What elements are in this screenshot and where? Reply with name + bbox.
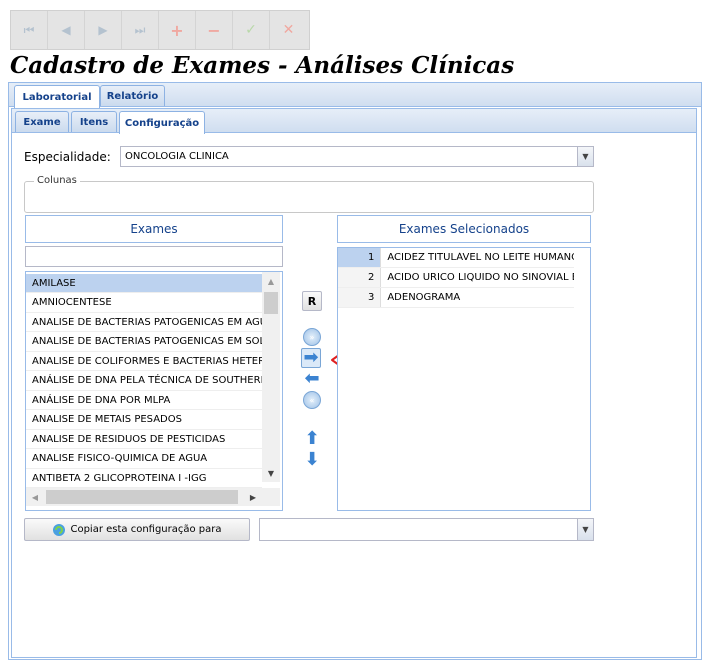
tab-relatorio[interactable]: Relatório (100, 85, 165, 106)
scroll-down-icon[interactable]: ▼ (262, 464, 280, 482)
copy-config-button[interactable]: Copiar esta configuração para (24, 518, 250, 541)
chevron-down-icon[interactable]: ▼ (577, 519, 593, 540)
especialidade-value: ONCOLOGIA CLINICA (125, 151, 229, 162)
exam-list-item[interactable]: ANALISE DE BACTERIAS PATOGENICAS EM SOLO (26, 333, 262, 352)
add-button[interactable]: + (159, 11, 196, 49)
move-up-button[interactable]: ⬆ (302, 429, 322, 449)
double-right-icon: » (303, 328, 321, 346)
last-record-button[interactable]: ⏭ (122, 11, 159, 49)
chevron-down-icon[interactable]: ▼ (577, 147, 593, 166)
refresh-icon (53, 523, 66, 536)
arrow-up-icon: ⬆ (304, 428, 320, 449)
confirm-button[interactable]: ✓ (233, 11, 270, 49)
row-number: 2 (338, 268, 382, 287)
remove-icon: − (207, 20, 221, 40)
selecionados-list: 1 ACIDEZ TITULÁVEL NO LEITE HUMANO 2 ACIDO … (337, 247, 591, 511)
last-icon: ⏭ (134, 22, 146, 37)
exam-list-item[interactable]: AMILASE (26, 274, 262, 293)
tab-itens[interactable]: Itens (71, 111, 117, 132)
cancel-icon: ✕ (282, 22, 295, 38)
cancel-button[interactable]: ✕ (270, 11, 307, 49)
add-icon: + (170, 20, 184, 40)
exames-header: Exames (25, 215, 283, 243)
row-number: 3 (338, 288, 382, 307)
move-left-button[interactable]: ⬅ (302, 369, 322, 389)
selecionados-header: Exames Selecionados (337, 215, 591, 243)
exam-list-item[interactable]: ANTIBETA 2 GLICOPROTEINA I -IGG (26, 469, 262, 488)
selected-exam-row[interactable]: 3 ADENOGRAMA (338, 288, 574, 308)
scroll-thumb-h[interactable] (46, 490, 238, 504)
sub-tab-bar: Exame Itens Configuração (12, 109, 696, 134)
scroll-right-icon[interactable]: ▶ (244, 488, 262, 506)
top-tab-bar: Laboratorial Relatório (9, 83, 701, 108)
toolbar: ⏮ ◀ ▶ ⏭ + − ✓ ✕ (10, 10, 310, 50)
exames-horizontal-scrollbar[interactable]: ◀ ▶ (26, 488, 280, 506)
scroll-up-icon[interactable]: ▲ (262, 272, 280, 290)
page-title: Cadastro de Exames - Análises Clínicas (10, 52, 515, 79)
exam-list-item[interactable]: ANALISE DE RESIDUOS DE PESTICIDAS (26, 430, 262, 449)
colunas-fieldset (24, 181, 594, 213)
prev-icon: ◀ (61, 23, 71, 37)
exames-vertical-scrollbar[interactable]: ▲ ▼ (262, 272, 280, 482)
exam-list-item[interactable]: ANALISE DE METAIS PESADOS (26, 411, 262, 430)
previous-record-button[interactable]: ◀ (48, 11, 85, 49)
arrow-right-icon: ➡ (303, 347, 319, 368)
move-down-button[interactable]: ⬇ (302, 450, 322, 470)
copy-config-label: Copiar esta configuração para (70, 524, 222, 535)
selected-exam-name: ADENOGRAMA (387, 292, 461, 303)
row-number: 1 (338, 248, 382, 267)
especialidade-select[interactable]: ONCOLOGIA CLINICA ▼ (120, 146, 594, 167)
double-left-icon: « (303, 391, 321, 409)
exames-filter-input[interactable] (25, 246, 283, 267)
exam-list-item[interactable]: ANALISE FISICO-QUIMICA DE AGUA (26, 450, 262, 469)
exam-list-item[interactable]: AMNIOCENTESE (26, 294, 262, 313)
confirm-icon: ✓ (245, 22, 257, 38)
exames-list: AMILASE AMNIOCENTESE ANALISE DE BACTERIAS … (25, 271, 283, 511)
arrow-left-icon: ⬅ (304, 368, 320, 389)
remove-button[interactable]: − (196, 11, 233, 49)
selected-exam-name: ACIDEZ TITULÁVEL NO LEITE HUMANO (387, 252, 574, 263)
scroll-left-icon[interactable]: ◀ (26, 488, 44, 506)
tab-exame[interactable]: Exame (15, 111, 69, 132)
selected-exam-name: ACIDO URICO LIQUIDO NO SINOVIAL E (387, 272, 574, 283)
next-icon: ▶ (98, 23, 108, 37)
move-all-left-button[interactable]: « (302, 390, 322, 410)
tab-laboratorial[interactable]: Laboratorial (14, 85, 100, 108)
especialidade-label: Especialidade: (24, 150, 111, 164)
exam-list-item[interactable]: ANALISE DE COLIFORMES E BACTERIAS HETERO… (26, 352, 262, 371)
exam-list-item[interactable]: ANALISE DE BACTERIAS PATOGENICAS EM AGUA (26, 313, 262, 332)
move-right-button[interactable]: ➡ (301, 348, 321, 368)
selected-exam-row[interactable]: 1 ACIDEZ TITULÁVEL NO LEITE HUMANO (338, 248, 574, 268)
move-all-right-button[interactable]: » (302, 327, 322, 347)
tab-configuracao[interactable]: Configuração (119, 111, 205, 134)
exam-list-item[interactable]: ANÁLISE DE DNA PELA TÉCNICA DE SOUTHERN … (26, 372, 262, 391)
first-record-button[interactable]: ⏮ (11, 11, 48, 49)
reset-button[interactable]: R (302, 291, 322, 311)
scroll-thumb[interactable] (264, 292, 278, 314)
colunas-legend: Colunas (34, 175, 80, 186)
arrow-down-icon: ⬇ (304, 449, 320, 470)
first-icon: ⏮ (23, 22, 35, 37)
selected-exam-row[interactable]: 2 ACIDO URICO LIQUIDO NO SINOVIAL E (338, 268, 574, 288)
exam-list-item[interactable]: ANÁLISE DE DNA POR MLPA (26, 391, 262, 410)
next-record-button[interactable]: ▶ (85, 11, 122, 49)
copy-target-select[interactable]: ▼ (259, 518, 594, 541)
